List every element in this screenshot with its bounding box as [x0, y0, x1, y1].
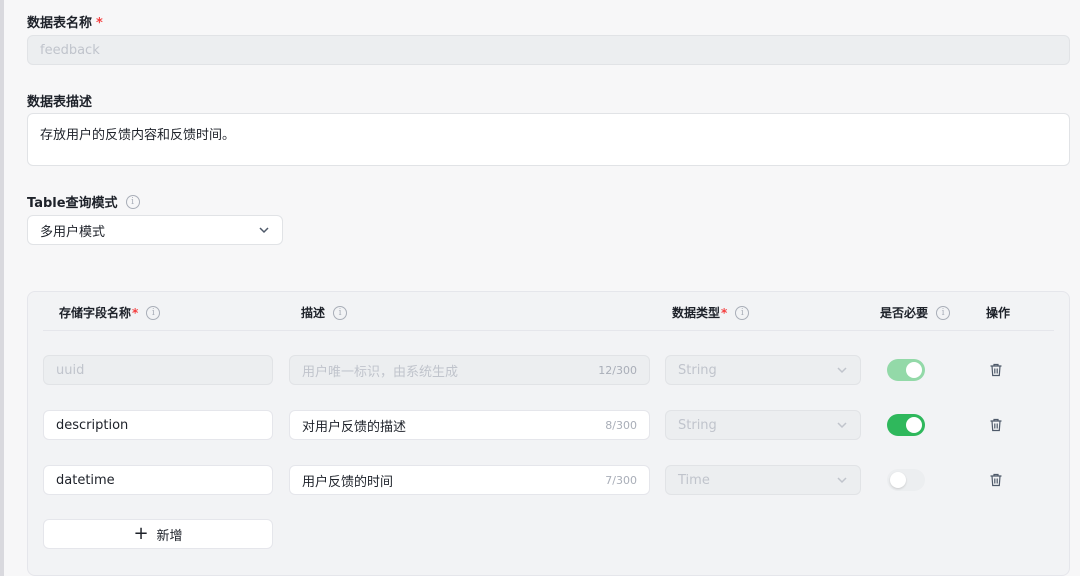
plus-icon: + — [133, 523, 149, 544]
field-type-value: String — [678, 362, 717, 378]
table-name-label: 数据表名称 * — [27, 12, 103, 31]
field-type-value: Time — [678, 472, 710, 488]
required-mark: * — [132, 305, 139, 320]
char-counter: 8/300 — [605, 418, 637, 432]
table-name-value: feedback — [40, 42, 100, 58]
field-desc-input[interactable]: 用户唯一标识，由系统生成 12/300 — [289, 355, 650, 385]
field-type-select[interactable]: String — [665, 355, 861, 385]
field-name-input[interactable]: description — [43, 410, 273, 440]
table-desc-label-text: 数据表描述 — [27, 95, 93, 110]
field-desc-value: 用户反馈的时间 — [302, 474, 394, 490]
info-icon[interactable]: i — [125, 194, 140, 209]
info-icon[interactable]: i — [333, 305, 348, 320]
chevron-down-icon — [837, 477, 847, 484]
query-mode-label: Table查询模式 i — [27, 192, 140, 211]
header-type: 数据类型 * i — [672, 304, 750, 321]
query-mode-value: 多用户模式 — [40, 224, 106, 240]
info-icon[interactable]: i — [146, 305, 161, 320]
required-mark: * — [96, 16, 103, 31]
chevron-down-icon — [837, 367, 847, 374]
field-name-value: description — [56, 417, 129, 433]
char-counter: 7/300 — [605, 473, 637, 487]
add-field-button[interactable]: + 新增 — [43, 519, 273, 549]
chevron-down-icon — [837, 422, 847, 429]
header-required: 是否必要 i — [880, 304, 951, 321]
header-type-text: 数据类型 — [672, 306, 721, 320]
field-type-value: String — [678, 417, 717, 433]
info-icon[interactable]: i — [735, 305, 750, 320]
field-type-select[interactable]: String — [665, 410, 861, 440]
query-mode-select[interactable]: 多用户模式 — [27, 215, 283, 245]
required-toggle[interactable] — [887, 414, 925, 436]
toggle-knob — [906, 417, 922, 433]
info-icon[interactable]: i — [936, 305, 951, 320]
field-desc-value: 用户唯一标识，由系统生成 — [302, 364, 459, 380]
trash-icon[interactable] — [989, 363, 1003, 377]
field-name-input[interactable]: uuid — [43, 355, 273, 385]
field-name-value: datetime — [56, 472, 115, 488]
toggle-knob — [890, 472, 906, 488]
header-action-text: 操作 — [986, 306, 1011, 320]
field-name-input[interactable]: datetime — [43, 465, 273, 495]
header-field-name-text: 存储字段名称 — [59, 306, 132, 320]
header-required-text: 是否必要 — [880, 306, 929, 320]
field-name-value: uuid — [56, 362, 85, 378]
required-toggle[interactable] — [887, 359, 925, 381]
left-edge-strip — [0, 0, 4, 576]
header-action: 操作 — [986, 304, 1010, 321]
field-desc-value: 对用户反馈的描述 — [302, 419, 407, 435]
required-toggle[interactable] — [887, 469, 925, 491]
table-name-input[interactable]: feedback — [27, 35, 1070, 65]
trash-icon[interactable] — [989, 418, 1003, 432]
header-divider — [43, 330, 1054, 331]
field-type-select[interactable]: Time — [665, 465, 861, 495]
add-field-label: 新增 — [156, 528, 183, 544]
table-desc-textarea[interactable]: 存放用户的反馈内容和反馈时间。 — [27, 113, 1070, 166]
required-mark: * — [721, 305, 728, 320]
field-desc-input[interactable]: 用户反馈的时间 7/300 — [289, 465, 650, 495]
chevron-down-icon — [259, 227, 269, 234]
toggle-knob — [906, 362, 922, 378]
char-counter: 12/300 — [598, 363, 637, 377]
table-desc-value: 存放用户的反馈内容和反馈时间。 — [40, 128, 236, 143]
trash-icon[interactable] — [989, 473, 1003, 487]
query-mode-label-text: Table查询模式 — [27, 196, 118, 211]
field-desc-input[interactable]: 对用户反馈的描述 8/300 — [289, 410, 650, 440]
table-desc-label: 数据表描述 — [27, 91, 92, 110]
header-desc-text: 描述 — [301, 306, 326, 320]
header-desc: 描述 i — [301, 304, 348, 321]
header-field-name: 存储字段名称 * i — [59, 304, 161, 321]
table-name-label-text: 数据表名称 — [27, 16, 93, 31]
